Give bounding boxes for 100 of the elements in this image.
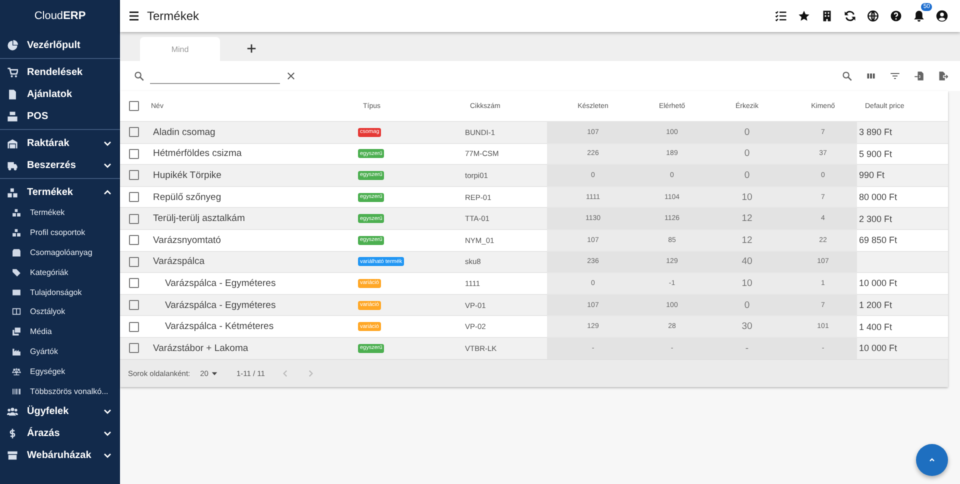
price-cell: 5 900 Ft [859, 148, 892, 159]
boxes-icon [12, 208, 21, 218]
sidebar-item[interactable]: Ajánlatok [0, 83, 120, 105]
scale-icon [12, 366, 21, 376]
incoming-cell: 40 [742, 256, 752, 268]
caret-icon [211, 370, 218, 377]
help-icon[interactable] [890, 10, 902, 22]
row-checkbox[interactable] [128, 127, 138, 138]
close-icon[interactable] [286, 71, 296, 81]
sidebar-item[interactable]: Beszerzés [0, 154, 120, 176]
sidebar-subitem[interactable]: Profil csoportok [0, 222, 120, 243]
search-icon [134, 71, 144, 81]
product-name: Repülő szőnyeg [153, 192, 222, 203]
sidebar-item[interactable]: Raktárak [0, 132, 120, 154]
row-checkbox[interactable] [128, 214, 138, 224]
product-name: Hétmérföldes csizma [153, 148, 242, 160]
price-cell: 3 890 Ft [859, 127, 892, 138]
incoming-cell: 0 [744, 170, 750, 181]
warehouse-icon [7, 138, 18, 148]
product-name: Varázspálca [153, 256, 205, 268]
product-name: Varázspálca - Kétméteres [165, 321, 274, 332]
sidebar-item[interactable]: POS [0, 105, 120, 127]
add-icon[interactable] [246, 43, 257, 54]
incoming-cell: - [745, 342, 749, 354]
incoming-cell: 10 [742, 192, 752, 203]
chevron-down-icon [103, 160, 112, 170]
price-cell: 990 Ft [859, 170, 885, 180]
select-all-checkbox[interactable] [128, 101, 138, 111]
product-name: Terülj-terülj asztalkám [153, 213, 245, 224]
card-icon [12, 288, 21, 297]
chevron-down-icon [103, 138, 112, 148]
sidebar-subitem[interactable]: Egységek [0, 361, 120, 382]
building-icon[interactable] [821, 10, 833, 22]
box-icon [12, 248, 21, 257]
incoming-cell: 30 [742, 321, 752, 332]
refresh-icon[interactable] [844, 10, 856, 22]
sidebar-subitem[interactable]: Osztályok [0, 302, 120, 322]
product-name: Hupikék Törpike [153, 170, 222, 181]
sidebar-item[interactable]: Ügyfelek [0, 400, 120, 423]
incoming-cell: 0 [744, 300, 750, 311]
row-checkbox[interactable] [128, 343, 138, 354]
row-checkbox[interactable] [128, 148, 138, 159]
sidebar-item[interactable]: Vezérlőpult [0, 34, 120, 56]
columns-icon [12, 307, 21, 316]
search-icon[interactable] [842, 71, 852, 81]
sidebar-subitem[interactable]: Termékek [0, 203, 120, 223]
sidebar-item[interactable]: Webáruházak [0, 444, 120, 467]
globe-icon[interactable] [867, 10, 879, 22]
chevron-down-icon [103, 429, 112, 438]
row-checkbox[interactable] [128, 235, 138, 246]
sidebar-subitem[interactable]: Gyártók [0, 342, 120, 362]
bell-icon[interactable] [913, 10, 925, 22]
row-checkbox[interactable] [128, 256, 138, 267]
incoming-cell: 12 [742, 213, 752, 224]
export-icon[interactable] [938, 71, 948, 81]
dollar-icon [7, 428, 18, 440]
price-cell: 69 850 Ft [859, 235, 898, 246]
pie-icon [7, 40, 18, 50]
row-checkbox[interactable] [128, 278, 138, 288]
boxes-icon [12, 228, 21, 238]
row-checkbox[interactable] [128, 300, 138, 310]
incoming-cell: 12 [742, 234, 752, 246]
product-name: Varázsnyomtató [153, 234, 221, 246]
sidebar-subitem[interactable]: Kategóriák [0, 262, 120, 282]
incoming-cell: 0 [744, 126, 750, 138]
price-cell: 1 200 Ft [859, 300, 892, 310]
tag-icon [12, 268, 21, 277]
app-logo: CloudERP [33, 9, 87, 24]
sidebar-subitem[interactable]: Tulajdonságok [0, 282, 120, 302]
sidebar-item[interactable]: Rendelések [0, 61, 120, 83]
account-icon[interactable] [936, 10, 948, 22]
filter-icon[interactable] [890, 71, 900, 81]
scroll-top-button[interactable] [916, 444, 948, 476]
store-icon [7, 450, 18, 462]
sidebar-subitem[interactable]: Csomagolóanyag [0, 242, 120, 262]
sidebar-subitem[interactable]: Többszörös vonalkó... [0, 381, 120, 401]
star-icon[interactable] [798, 10, 810, 22]
row-checkbox[interactable] [128, 192, 138, 202]
columns-icon[interactable] [866, 71, 876, 81]
doc-icon [7, 88, 18, 100]
row-checkbox[interactable] [128, 170, 138, 180]
menu-icon[interactable] [128, 10, 140, 22]
sidebar-subitem[interactable]: Média [0, 322, 120, 342]
sidebar-item[interactable]: Termékek [0, 181, 120, 203]
truck-icon [7, 160, 18, 170]
price-cell: 80 000 Ft [859, 192, 898, 202]
checklist-icon[interactable] [775, 10, 787, 22]
import-icon[interactable] [914, 71, 924, 81]
barcode-icon [12, 386, 21, 396]
price-cell: 1 400 Ft [859, 322, 892, 332]
product-name: Varázstábor + Lakoma [153, 342, 248, 354]
product-name: Aladin csomag [153, 126, 216, 138]
sidebar-item[interactable]: Árazás [0, 422, 120, 445]
page-title: Termékek [147, 9, 200, 23]
images-icon [12, 327, 21, 336]
row-checkbox[interactable] [128, 322, 138, 332]
factory-icon [12, 346, 21, 356]
boxes-icon [7, 186, 18, 198]
price-cell: 10 000 Ft [859, 343, 898, 354]
pos-icon [7, 110, 18, 122]
